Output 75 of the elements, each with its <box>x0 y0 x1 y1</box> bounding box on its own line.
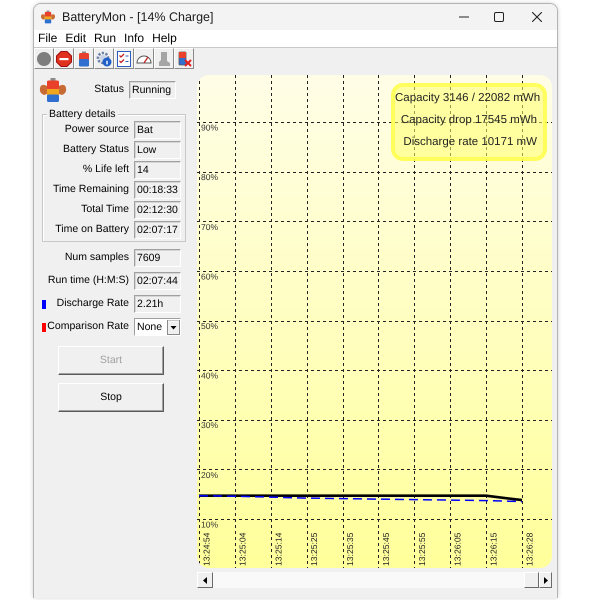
menu-item[interactable]: Edit <box>61 30 90 47</box>
axis-label: 40% <box>201 370 218 381</box>
field-label: Time on Battery <box>55 222 129 238</box>
scroll-right-button[interactable] <box>539 572 552 588</box>
axis-label: 13:25:04 <box>237 532 248 566</box>
scroll-left-button[interactable] <box>197 572 213 588</box>
battery-icon <box>38 77 68 103</box>
field-label: % Life left <box>82 162 129 178</box>
axis-label: 13:26:15 <box>488 532 499 566</box>
text-field[interactable]: Bat <box>134 121 181 139</box>
info-text: Discharge rate 10171 mW <box>403 135 537 150</box>
axis-label: 10% <box>201 519 218 530</box>
maximize-icon <box>494 12 504 22</box>
menu-item[interactable]: Run <box>90 30 120 47</box>
text-field[interactable]: Low <box>134 141 181 159</box>
menu-item[interactable]: Info <box>120 30 148 47</box>
axis-label: 13:25:35 <box>345 532 356 566</box>
axis-label: 50% <box>201 321 218 331</box>
dropdown[interactable]: None <box>134 318 181 336</box>
text-field[interactable]: 02:12:30 <box>134 201 181 219</box>
boot-icon <box>156 50 172 66</box>
axis-label: 30% <box>201 420 218 430</box>
group-title: Battery details <box>47 108 118 121</box>
scrollbar-thumb[interactable] <box>524 572 539 588</box>
axis-label: 13:26:28 <box>524 532 534 566</box>
field-label: Num samples <box>64 250 129 266</box>
battery-cross-icon <box>176 50 192 66</box>
toolbar-button[interactable] <box>74 48 94 69</box>
battery-icon <box>40 10 56 24</box>
axis-label: 13:26:05 <box>452 532 463 566</box>
push-button[interactable]: Stop <box>58 383 164 412</box>
axis-label: 13:25:25 <box>309 532 320 566</box>
caret-icon <box>167 320 180 334</box>
text-field[interactable]: 14 <box>134 161 181 179</box>
menu-item[interactable]: Help <box>148 30 181 47</box>
axis-label: 90% <box>201 122 218 133</box>
axis-label: 80% <box>201 172 218 182</box>
left-arrow-icon <box>203 576 207 584</box>
field-label: Run time (H:M:S) <box>48 273 129 288</box>
field-label: Power source <box>64 122 129 138</box>
toolbar-button[interactable] <box>134 48 154 69</box>
field-label: Battery Status <box>63 142 129 158</box>
gear-icon <box>96 50 112 66</box>
checklist-icon <box>116 50 132 66</box>
circle-icon <box>36 50 52 66</box>
axis-label: 13:25:45 <box>380 532 391 566</box>
field-label: Total Time <box>81 202 129 218</box>
text-field[interactable]: 02:07:17 <box>134 221 181 239</box>
toolbar-button[interactable] <box>54 48 74 69</box>
axis-label: 13:25:14 <box>273 532 284 566</box>
field-label: Comparison Rate <box>47 319 129 334</box>
toolbar-button[interactable] <box>174 48 194 69</box>
axis-label: 20% <box>201 470 218 480</box>
text-field[interactable]: 00:18:33 <box>134 181 181 199</box>
text-field[interactable]: 02:07:44 <box>134 272 181 290</box>
field-label: Status <box>94 82 124 98</box>
info-text: Capacity drop 17545 mWh <box>400 113 537 128</box>
axis-label: 60% <box>201 271 218 282</box>
field-label: Discharge Rate <box>56 296 129 312</box>
axis-label: 13:24:54 <box>202 532 212 566</box>
battery-icon <box>76 50 92 66</box>
toolbar-button[interactable] <box>94 48 114 69</box>
info-text: Capacity 3146 / 22082 mWh <box>395 91 540 106</box>
close-icon <box>532 12 542 22</box>
axis-label: 70% <box>201 222 218 232</box>
toolbar-button[interactable] <box>114 48 134 69</box>
text-field[interactable]: 2.21h <box>134 295 181 313</box>
axis-label: 13:25:55 <box>416 532 427 566</box>
text-field[interactable]: Running <box>129 81 176 99</box>
right-arrow-icon <box>544 576 548 584</box>
window-title: BatteryMon - [14% Charge] <box>62 8 214 26</box>
field-label: Time Remaining <box>52 182 129 198</box>
stop-sign-icon <box>56 50 72 66</box>
text-field[interactable]: 7609 <box>134 249 181 267</box>
menu-item[interactable]: File <box>34 30 62 47</box>
